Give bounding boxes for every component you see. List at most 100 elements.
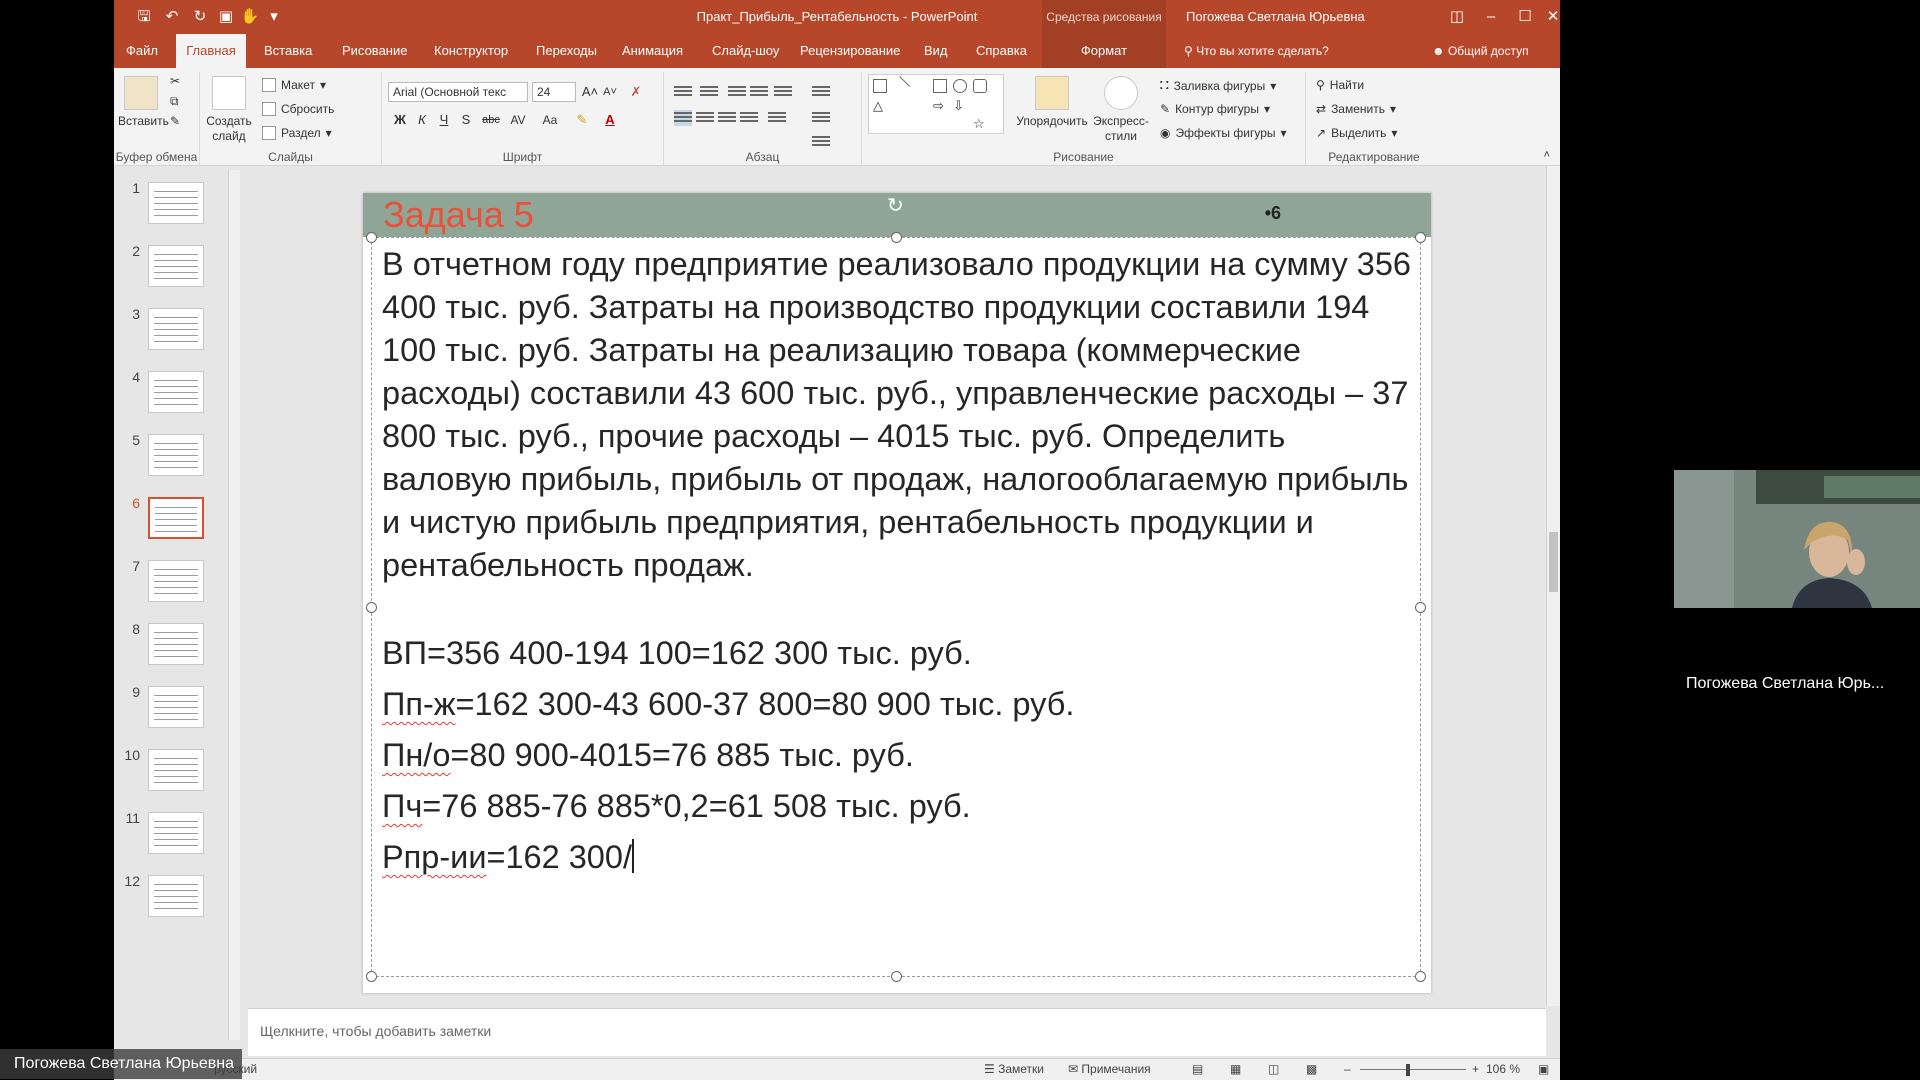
slide-sorter-icon[interactable]: ▦ [1230, 1062, 1241, 1076]
grow-font-icon[interactable]: A˄ [580, 82, 600, 102]
tell-me-search[interactable]: ⚲ Что вы хотите сделать? [1184, 34, 1329, 68]
calc-taxable-profit[interactable]: Пн/о=80 900-4015=76 885 тыс. руб. [382, 735, 914, 775]
shape-outline-button[interactable]: ✎ Контур фигуры ▾ [1160, 102, 1270, 116]
font-size-combo[interactable]: 24 [532, 82, 576, 102]
notes-pane[interactable]: Щелкните, чтобы добавить заметки [248, 1008, 1546, 1056]
resize-handle-sw[interactable] [366, 971, 377, 982]
align-center-icon[interactable] [696, 110, 714, 126]
shape-fill-button[interactable]: ⛚ Заливка фигуры ▾ [1160, 78, 1276, 93]
resize-handle-e[interactable] [1415, 602, 1426, 613]
slide-thumbnail[interactable] [148, 434, 204, 476]
highlight-icon[interactable]: ✎ [572, 110, 592, 130]
underline-button[interactable]: Ч [434, 110, 454, 130]
shrink-font-icon[interactable]: A˅ [600, 82, 620, 102]
calc-net-profit[interactable]: Пч=76 885-76 885*0,2=61 508 тыс. руб. [382, 786, 971, 826]
resize-handle-w[interactable] [366, 602, 377, 613]
close-button[interactable]: ✕ [1538, 4, 1560, 30]
column-layout-icon[interactable] [768, 110, 786, 126]
numbering-icon[interactable] [700, 84, 718, 100]
tab-home[interactable]: Главная [176, 34, 246, 68]
notes-toggle[interactable]: ☰ Заметки [984, 1062, 1044, 1076]
tab-design[interactable]: Конструктор [428, 34, 514, 68]
minimize-button[interactable]: – [1476, 4, 1506, 30]
tab-review[interactable]: Рецензирование [794, 34, 906, 68]
justify-icon[interactable] [740, 110, 758, 126]
tab-file[interactable]: Файл [120, 34, 164, 68]
slide-title[interactable]: Задача 5 [383, 195, 534, 235]
reset-button[interactable]: Сбросить [262, 102, 334, 116]
strikethrough-button[interactable]: abc [478, 110, 504, 130]
signed-in-user[interactable]: Погожева Светлана Юрьевна [1186, 9, 1365, 24]
resize-handle-se[interactable] [1415, 971, 1426, 982]
slide-canvas[interactable]: Задача 5 •6 ↻ В отчетном году предприяти… [363, 193, 1431, 993]
collapse-ribbon-icon[interactable]: ˄ [1544, 149, 1550, 161]
cut-icon[interactable]: ✂ [170, 74, 180, 88]
rectangle-shape-icon[interactable] [933, 79, 947, 93]
columns-icon[interactable] [812, 84, 830, 100]
arrange-button[interactable]: Упорядочить [1014, 76, 1090, 129]
bullets-icon[interactable] [674, 84, 692, 100]
comments-toggle[interactable]: ✉ Примечания [1068, 1062, 1151, 1076]
rotate-handle-icon[interactable]: ↻ [887, 193, 904, 218]
calc-sales-profit[interactable]: Пп-ж=162 300-43 600-37 800=80 900 тыс. р… [382, 684, 1074, 724]
format-painter-icon[interactable]: ✎ [170, 114, 180, 128]
calc-product-profitability[interactable]: Рпр-ии=162 300/ [382, 837, 634, 877]
tab-slideshow[interactable]: Слайд-шоу [706, 34, 785, 68]
shape-effects-button[interactable]: ◉ Эффекты фигуры ▾ [1160, 126, 1287, 140]
select-button[interactable]: ↗ Выделить ▾ [1316, 126, 1397, 140]
section-button[interactable]: Раздел ▾ [262, 126, 332, 140]
slide-thumbnail[interactable] [148, 623, 204, 665]
line-shape-icon[interactable] [890, 76, 910, 96]
layout-button[interactable]: Макет ▾ [262, 78, 326, 92]
italic-button[interactable]: К [412, 110, 432, 130]
rounded-rect-shape-icon[interactable] [973, 79, 987, 93]
slide-thumbnail[interactable] [148, 686, 204, 728]
star-shape-icon[interactable]: ☆ [973, 117, 987, 131]
shadow-button[interactable]: S [456, 110, 476, 130]
change-case-button[interactable]: Aa [538, 110, 562, 130]
slide-thumbnail[interactable] [148, 749, 204, 791]
slide-thumbnail[interactable] [148, 308, 204, 350]
zoom-level[interactable]: 106 % [1486, 1062, 1520, 1076]
ribbon-display-icon[interactable]: ◫ [1442, 4, 1472, 30]
vertical-scrollbar[interactable] [1546, 166, 1560, 1006]
slide-thumbnail[interactable] [148, 182, 204, 224]
problem-text[interactable]: В отчетном году предприятие реализовало … [382, 243, 1412, 587]
char-spacing-button[interactable]: AV [506, 110, 530, 130]
font-name-combo[interactable]: Arial (Основной текс [388, 82, 528, 102]
decrease-indent-icon[interactable] [728, 84, 746, 100]
tab-view[interactable]: Вид [918, 34, 954, 68]
text-direction-icon[interactable] [812, 110, 830, 126]
tab-insert[interactable]: Вставка [258, 34, 318, 68]
align-left-icon[interactable] [674, 110, 692, 126]
share-button[interactable]: ☻ Общий доступ [1432, 34, 1529, 68]
slide-thumbnail[interactable] [148, 497, 204, 539]
zoom-slider-thumb[interactable] [1406, 1064, 1410, 1076]
clear-format-icon[interactable]: ✗ [626, 82, 646, 102]
tab-animation[interactable]: Анимация [616, 34, 689, 68]
arrow-down-shape-icon[interactable]: ⇩ [953, 99, 967, 113]
slide-thumbnail[interactable] [148, 371, 204, 413]
maximize-button[interactable]: ☐ [1510, 4, 1540, 30]
quick-styles-button[interactable]: Экспресс- стили [1092, 76, 1150, 144]
line-spacing-icon[interactable] [774, 84, 792, 100]
textbox-shape-icon[interactable] [873, 79, 887, 93]
zoom-slider[interactable] [1360, 1069, 1466, 1070]
calc-gross-profit[interactable]: ВП=356 400-194 100=162 300 тыс. руб. [382, 633, 972, 673]
replace-button[interactable]: ⇄ Заменить ▾ [1316, 102, 1396, 116]
new-slide-button[interactable]: Создать слайд [204, 76, 254, 144]
slide-thumbnail[interactable] [148, 245, 204, 287]
slide-thumbnail[interactable] [148, 875, 204, 917]
tab-format[interactable]: Формат [1042, 34, 1166, 68]
increase-indent-icon[interactable] [750, 84, 768, 100]
find-button[interactable]: ⚲ Найти [1316, 78, 1364, 92]
font-color-icon[interactable]: A [600, 110, 620, 130]
thumbnails-scrollbar[interactable] [228, 170, 240, 1040]
resize-handle-n[interactable] [891, 232, 902, 243]
normal-view-icon[interactable]: ▤ [1192, 1062, 1203, 1076]
slide-thumbnail[interactable] [148, 560, 204, 602]
align-right-icon[interactable] [718, 110, 736, 126]
reading-view-icon[interactable]: ◫ [1268, 1062, 1279, 1076]
resize-handle-s[interactable] [891, 971, 902, 982]
bold-button[interactable]: Ж [390, 110, 410, 130]
